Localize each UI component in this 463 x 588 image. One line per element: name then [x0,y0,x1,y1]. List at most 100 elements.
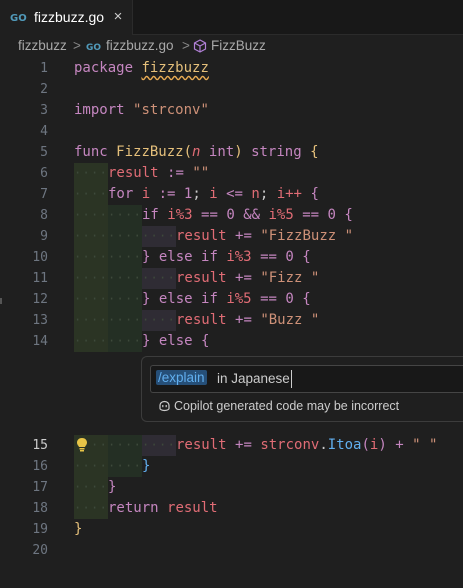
tab-label: fizzbuzz.go [34,9,105,25]
operator: + [395,437,404,453]
variable: result [176,270,227,286]
line-number: 14 [32,334,48,349]
variable: result [176,312,227,328]
line-number: 18 [32,501,48,516]
operator: == [302,207,320,223]
param: n [192,144,201,160]
line-number: 7 [40,187,48,202]
copilot-icon [159,400,170,412]
line-number: 10 [32,250,48,265]
variable: i%5 [226,291,252,307]
code-line: 1 package fizzbuzz [0,58,463,79]
string-literal: "Fizz " [260,270,320,286]
code-line: 14 ···· ····} else { [0,331,463,352]
line-number: 1 [40,61,48,76]
inline-chat-input[interactable]: /explain in Japanese [150,365,463,393]
breadcrumb-file[interactable]: fizzbuzz.go [106,38,174,53]
line-number: 20 [32,543,48,558]
keyword: else [158,291,193,307]
code-line: 20 [0,540,463,561]
number: 0 [285,291,294,307]
paren: ( [361,437,370,453]
code-line: 16 ···· ····} [0,456,463,477]
paren: ( [183,144,193,160]
tab-fizzbuzz-go[interactable]: GO fizzbuzz.go × [0,0,133,35]
disclaimer-text: Copilot generated code may be incorrect [174,399,400,413]
code-line: 2 [0,79,463,100]
brace: } [142,291,151,307]
punct: ; [192,186,201,202]
chevron-right-icon: > [73,38,81,53]
number: 0 [327,207,336,223]
brace: } [108,479,117,495]
breadcrumb-symbol[interactable]: FizzBuzz [211,38,266,53]
function-call: Itoa [327,437,362,453]
operator: == [201,207,218,223]
symbol-method-icon [193,39,207,53]
operator: += [235,437,252,453]
close-icon[interactable]: × [111,8,125,25]
code-line: 10 ···· ····} else if i%3 == 0 { [0,247,463,268]
string-literal: "strconv" [133,102,209,118]
text-caret [291,370,292,388]
go-file-icon: GO [10,13,27,22]
code-line: 17 ····} [0,477,463,498]
type: string [251,144,302,160]
variable: i%5 [268,207,294,223]
brace: } [142,249,151,265]
line-number: 3 [40,103,48,118]
code-line: 18 ···· return result [0,498,463,519]
code-line: 19 } [0,519,463,540]
operator: += [235,312,252,328]
line-number: 9 [40,229,48,244]
line-number: 11 [32,271,48,286]
string-literal: " " [412,437,438,453]
variable: result [176,228,227,244]
line-number: 15 [32,438,48,453]
brace: } [142,333,151,349]
variable: i [209,186,218,202]
lightbulb-icon[interactable] [75,437,89,453]
breadcrumb-folder[interactable]: fizzbuzz [18,38,67,53]
line-number: 19 [32,522,48,537]
function-name: FizzBuzz [116,144,184,160]
brace: { [310,186,319,202]
keyword: package [74,60,134,76]
code-line: 13 ···· ···· ···· result += "Buzz " [0,310,463,331]
code-editor[interactable]: 1 package fizzbuzz 2 3 import "strconv" … [0,58,463,562]
line-number: 17 [32,480,48,495]
keyword: else [158,249,193,265]
keyword: func [74,144,108,160]
package-name: fizzbuzz [141,60,209,76]
variable: result [176,437,227,453]
line-number: 12 [32,292,48,307]
go-file-icon: GO [86,43,101,51]
number: 0 [285,249,294,265]
operator: == [260,249,277,265]
svg-text:GO: GO [86,43,101,51]
line-number: 16 [32,459,48,474]
operator: += [235,228,252,244]
type: int [208,144,235,160]
breadcrumb: fizzbuzz > GO fizzbuzz.go > FizzBuzz [0,36,463,58]
string-literal: "Buzz " [260,312,320,328]
code-line: 6 ···· result := "" [0,163,463,184]
code-line: 4 [0,121,463,142]
brace: } [142,458,151,474]
keyword: for [108,186,134,202]
brace: { [310,144,319,160]
string-literal: "" [192,165,210,181]
operator: := [167,165,184,181]
keyword: if [201,291,218,307]
tab-bar: GO fizzbuzz.go × [0,0,463,35]
variable: i%3 [226,249,252,265]
operator: && [243,207,261,223]
code-line: 3 import "strconv" [0,100,463,121]
line-number: 8 [40,208,48,223]
operator: <= [226,186,243,202]
keyword: else [158,333,193,349]
code-line: 15 ···· ···· ···· result += strconv.Itoa(i)… [0,435,463,456]
variable: result [167,500,218,516]
variable: i [141,186,151,202]
punct: ; [259,186,269,202]
